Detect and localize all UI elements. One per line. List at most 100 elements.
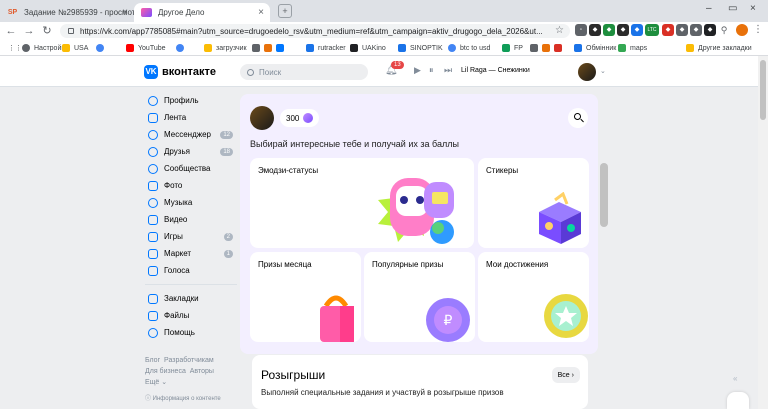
extension-icon[interactable]: ◆ [704,24,716,36]
close-icon[interactable]: × [258,7,264,18]
sidebar: Профиль Лента Мессенджер 12 Друзья 18 Сооб… [145,92,237,341]
bookmark-icons2[interactable] [530,42,566,54]
profile-icon[interactable] [736,24,748,36]
exchanger-icon [574,44,582,52]
back-icon[interactable]: ← [4,24,18,38]
minimize-icon[interactable]: – [706,3,712,14]
footer-link-developers[interactable]: Разработчикам [164,357,214,364]
new-tab-button[interactable]: + [278,4,292,18]
sidebar-item-bookmarks[interactable]: Закладки [145,290,237,307]
sidebar-item-files[interactable]: Файлы [145,307,237,324]
vk-logo[interactable]: VK вконтакте [144,65,216,79]
bookmark-loader[interactable]: загрузчик [204,42,247,54]
chat-button[interactable] [727,392,749,409]
bookmark-sinoptik[interactable]: SINOPTIK [398,42,443,54]
avatar[interactable] [250,106,274,130]
search-input[interactable]: Поиск [240,64,368,80]
bookmark-uakino[interactable]: UAKino [350,42,386,54]
sidebar-item-market[interactable]: Маркет 1 [145,245,237,262]
sidebar-item-label: Лента [164,113,187,122]
sidebar-item-video[interactable]: Видео [145,211,237,228]
extension-icon[interactable]: ◆ [662,24,674,36]
sidebar-item-profile[interactable]: Профиль [145,92,237,109]
sidebar-item-communities[interactable]: Сообщества [145,160,237,177]
tab-task[interactable]: SP Задание №2985939 - просмотр × [0,3,134,22]
forward-icon[interactable]: → [22,24,36,38]
next-icon[interactable]: ⏭ [444,65,452,76]
points-badge[interactable]: 300 [280,109,320,127]
bookmark-google[interactable] [96,42,108,54]
bookmark-other[interactable]: Другие закладки [686,42,752,54]
close-window-icon[interactable]: × [750,3,756,14]
footer-link-business[interactable]: Для бизнеса [145,368,186,375]
ltc-extension-icon[interactable]: LTC [645,24,659,36]
reload-icon[interactable]: ↻ [40,24,54,38]
card-popular-prizes[interactable]: Популярные призы ₽ [364,252,475,342]
menu-icon[interactable]: ⋮ [752,24,764,36]
extension-icon[interactable]: ◆ [690,24,702,36]
google-icon [176,44,184,52]
tab-drugoe-delo[interactable]: Другое Дело × [134,3,270,22]
page-scrollbar[interactable] [758,56,768,409]
bookmarks-bar: ⋮⋮ Настройки USA YouTube загрузчик rutra… [0,40,768,56]
maximize-icon[interactable]: ▭ [728,3,737,14]
sidebar-item-help[interactable]: Помощь [145,324,237,341]
bookmark-rutracker[interactable]: rutracker [306,42,346,54]
bookmark-icons[interactable] [252,42,288,54]
sidebar-item-music[interactable]: Музыка [145,194,237,211]
avatar[interactable] [578,63,596,81]
search-button[interactable] [568,108,588,128]
sidebar-item-feed[interactable]: Лента [145,109,237,126]
app-icon [542,44,550,52]
card-stickers[interactable]: Стикеры [478,158,589,248]
sidebar-item-messenger[interactable]: Мессенджер 12 [145,126,237,143]
app-scrollbar[interactable] [600,163,608,227]
extension-icon[interactable]: ◆ [676,24,688,36]
bookmark-fp[interactable]: FP [502,42,523,54]
uakino-icon [350,44,358,52]
scrollbar-thumb[interactable] [760,60,766,120]
apps-icon[interactable]: ⋮⋮ [8,42,22,54]
close-icon[interactable]: × [122,7,128,18]
footer-link-more[interactable]: Ещё ⌄ [145,377,237,388]
extension-icon[interactable]: ◆ [589,24,601,36]
coin-prize-icon: ₽ [426,298,470,342]
bookmark-youtube[interactable]: YouTube [126,42,166,54]
rutracker-icon [306,44,314,52]
chevron-down-icon[interactable]: ⌄ [600,67,606,75]
sidebar-item-friends[interactable]: Друзья 18 [145,143,237,160]
puzzle-icon[interactable]: ⚲ [718,24,730,36]
extension-icon[interactable]: ◆ [631,24,643,36]
card-label: Призы месяца [258,260,312,269]
vk-brand-text: вконтакте [162,66,217,78]
bookmark-exchanger[interactable]: Обмінник [574,42,616,54]
bookmark-maps[interactable]: maps [618,42,647,54]
play-icon[interactable]: ▶ [414,65,421,76]
extension-icon[interactable]: ◆ [617,24,629,36]
extension-icon[interactable]: ◆ [603,24,615,36]
pause-icon[interactable]: ⏸ [429,65,434,76]
card-my-achievements[interactable]: Мои достижения [478,252,589,342]
card-monthly-prizes[interactable]: Призы месяца [250,252,361,342]
extension-icon[interactable]: ▫ [575,24,587,36]
sidebar-item-photos[interactable]: Фото [145,177,237,194]
tab-title: Задание №2985939 - просмотр [24,8,134,17]
address-bar[interactable]: https://vk.com/app7785085#main?utm_sourc… [60,24,570,38]
see-all-button[interactable]: Все › [551,367,580,383]
bookmark-label: загрузчик [216,44,247,52]
current-track[interactable]: Lil Raga — Снежинки [461,67,530,74]
tab-title: Другое Дело [158,8,205,17]
bookmark-btc[interactable]: btc to usd [448,42,490,54]
collapse-icon[interactable]: « [733,374,737,383]
card-emoji-statuses[interactable]: Эмодзи-статусы [250,158,474,248]
bookmark-usa[interactable]: USA [62,42,88,54]
bookmark-g[interactable] [176,42,188,54]
sidebar-item-games[interactable]: Игры 2 [145,228,237,245]
footer-content-info[interactable]: ⓘ Информация о контенте [145,394,237,405]
sidebar-item-votes[interactable]: Голоса [145,262,237,279]
footer-link-authors[interactable]: Авторы [190,368,214,375]
fp-icon [502,44,510,52]
bookmark-star-icon[interactable]: ☆ [555,24,564,38]
footer-link-blog[interactable]: Блог [145,357,160,364]
folder-icon [62,44,70,52]
